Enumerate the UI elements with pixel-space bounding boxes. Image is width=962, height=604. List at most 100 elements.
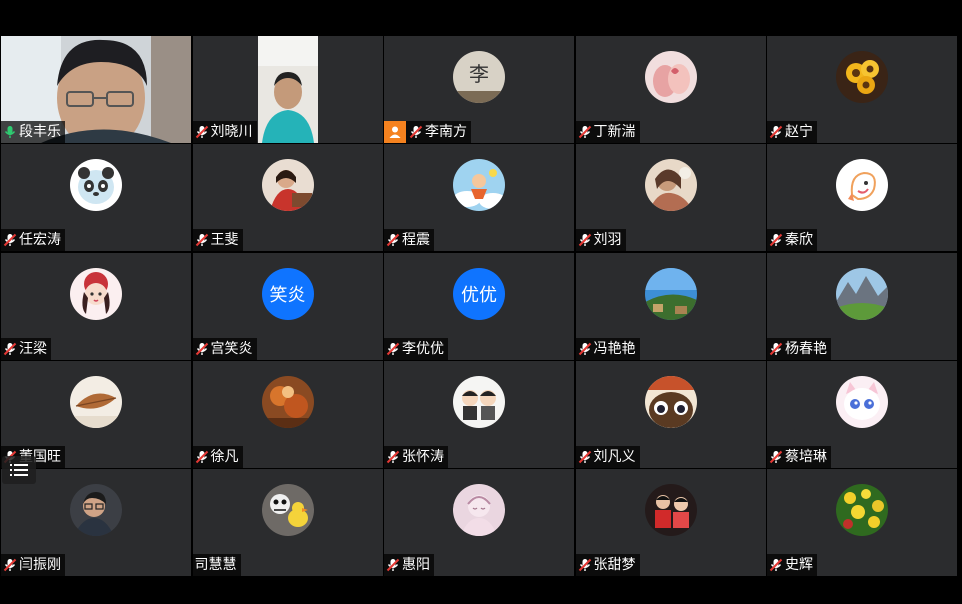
participant-tile[interactable]: 汪梁	[1, 252, 191, 360]
name-tag: 惠阳	[384, 554, 434, 576]
participant-tile[interactable]: 王斐	[192, 144, 383, 252]
portrait-avatar	[644, 159, 697, 212]
mic-muted-icon	[195, 342, 208, 355]
participant-tile[interactable]: 任宏涛	[1, 144, 191, 252]
name-tag: 赵宁	[767, 121, 817, 143]
mic-muted-icon	[578, 125, 591, 139]
toys-avatar	[261, 484, 314, 536]
participant-tile[interactable]: 刘凡义	[575, 360, 766, 468]
participant-tile[interactable]: 司慧慧	[192, 469, 383, 576]
name-tag: 徐凡	[192, 445, 243, 468]
girl-photo-avatar	[261, 159, 314, 212]
participant-name: 段丰乐	[19, 124, 61, 140]
landscape-avatar	[644, 267, 697, 320]
mic-on-icon	[4, 126, 16, 138]
participant-name: 李南方	[425, 124, 467, 140]
mic-muted-icon	[578, 558, 591, 572]
participant-name: 刘凡义	[593, 448, 636, 465]
mic-muted-icon	[195, 450, 208, 463]
participant-tile[interactable]: 张甜梦	[575, 469, 766, 576]
name-tag: 程震	[384, 229, 434, 252]
mic-muted-icon	[195, 125, 208, 139]
participant-tile[interactable]: 刘晓川	[192, 36, 383, 143]
flowers-avatar	[836, 484, 888, 536]
cartoon-sky-avatar	[453, 159, 505, 212]
sketch-avatar	[453, 484, 505, 536]
participant-name: 刘羽	[593, 232, 622, 249]
list-menu-button[interactable]	[2, 456, 36, 484]
leaf-avatar	[70, 375, 122, 428]
mountain-avatar	[836, 267, 888, 320]
cartoon-kids-avatar	[453, 375, 505, 428]
kids-photo-avatar	[644, 484, 697, 536]
participant-tile[interactable]: 程震	[384, 144, 574, 252]
text-avatar: 优优	[453, 267, 505, 320]
participant-tile[interactable]: 刘羽	[575, 144, 766, 252]
participant-tile[interactable]: 李 李南方	[384, 36, 574, 143]
name-tag: 任宏涛	[1, 229, 65, 252]
participant-tile[interactable]: 优优 李优优	[384, 252, 574, 360]
cartoon-eyes-avatar	[644, 375, 697, 428]
name-tag: 丁新湍	[575, 121, 640, 143]
name-tag: 张怀涛	[384, 445, 448, 468]
participant-tile[interactable]: 赵宁	[767, 36, 957, 143]
participant-name: 刘晓川	[210, 124, 253, 140]
mic-muted-icon	[3, 342, 17, 355]
mic-muted-icon	[769, 125, 783, 139]
list-menu-icon	[10, 464, 28, 476]
mic-muted-icon	[386, 558, 400, 572]
name-tag: 刘凡义	[575, 445, 640, 468]
mic-muted-icon	[3, 558, 17, 572]
participant-tile[interactable]: 闫振刚	[1, 469, 191, 576]
cartoon-cat-avatar	[836, 375, 888, 428]
participant-tile[interactable]: 杨春艳	[767, 252, 957, 360]
participant-name: 丁新湍	[593, 124, 636, 140]
participant-name: 闫振刚	[19, 557, 61, 573]
mic-muted-icon	[386, 342, 400, 355]
participant-tile[interactable]: 董国旺	[1, 360, 191, 468]
name-tag: 李南方	[384, 121, 471, 143]
mic-muted-icon	[386, 450, 400, 463]
bottom-bar	[0, 576, 962, 604]
participant-tile[interactable]: 史辉	[767, 469, 957, 576]
mic-muted-icon	[769, 558, 783, 572]
mic-muted-icon	[769, 450, 783, 463]
name-tag: 汪梁	[1, 337, 51, 360]
participant-name: 徐凡	[210, 448, 239, 465]
participant-tile[interactable]: 冯艳艳	[575, 252, 766, 360]
name-tag: 蔡培琳	[767, 445, 831, 468]
name-tag: 刘羽	[575, 229, 626, 252]
sunflower-avatar	[836, 51, 888, 103]
mic-muted-icon	[3, 234, 17, 247]
participant-name: 冯艳艳	[593, 340, 636, 357]
name-tag: 王斐	[192, 229, 243, 252]
svg-text:李: 李	[469, 62, 489, 86]
top-bar	[0, 0, 962, 36]
participant-tile[interactable]: 张怀涛	[384, 360, 574, 468]
participant-tile[interactable]: 徐凡	[192, 360, 383, 468]
participant-tile[interactable]: 丁新湍	[575, 36, 766, 143]
panda-mascot-avatar	[70, 159, 122, 212]
participant-tile[interactable]: 段丰乐	[1, 36, 191, 143]
participant-grid: 段丰乐 刘晓川 李 李南方 丁新湍 赵宁 任宏涛 王斐 程震 刘羽 秦欣 汪梁 …	[1, 36, 957, 576]
participant-name: 司慧慧	[194, 557, 237, 573]
participant-name: 汪梁	[19, 340, 47, 357]
name-tag: 司慧慧	[192, 554, 241, 576]
mic-muted-icon	[578, 234, 591, 247]
mic-muted-icon	[578, 342, 591, 355]
participant-tile[interactable]: 秦欣	[767, 144, 957, 252]
participant-name: 秦欣	[785, 232, 813, 249]
hands-avatar	[644, 51, 697, 103]
man-glasses-avatar	[70, 484, 122, 536]
name-tag: 秦欣	[767, 229, 817, 252]
participant-tile[interactable]: 蔡培琳	[767, 360, 957, 468]
participant-name: 任宏涛	[19, 232, 61, 249]
participant-tile[interactable]: 惠阳	[384, 469, 574, 576]
participant-name: 李优优	[402, 340, 444, 357]
video-feed-刘晓川	[257, 36, 318, 143]
name-tag: 宫笑炎	[192, 337, 257, 360]
participant-tile[interactable]: 笑炎 宫笑炎	[192, 252, 383, 360]
participant-name: 惠阳	[402, 557, 430, 573]
participant-name: 王斐	[210, 232, 239, 249]
name-tag: 冯艳艳	[575, 337, 640, 360]
